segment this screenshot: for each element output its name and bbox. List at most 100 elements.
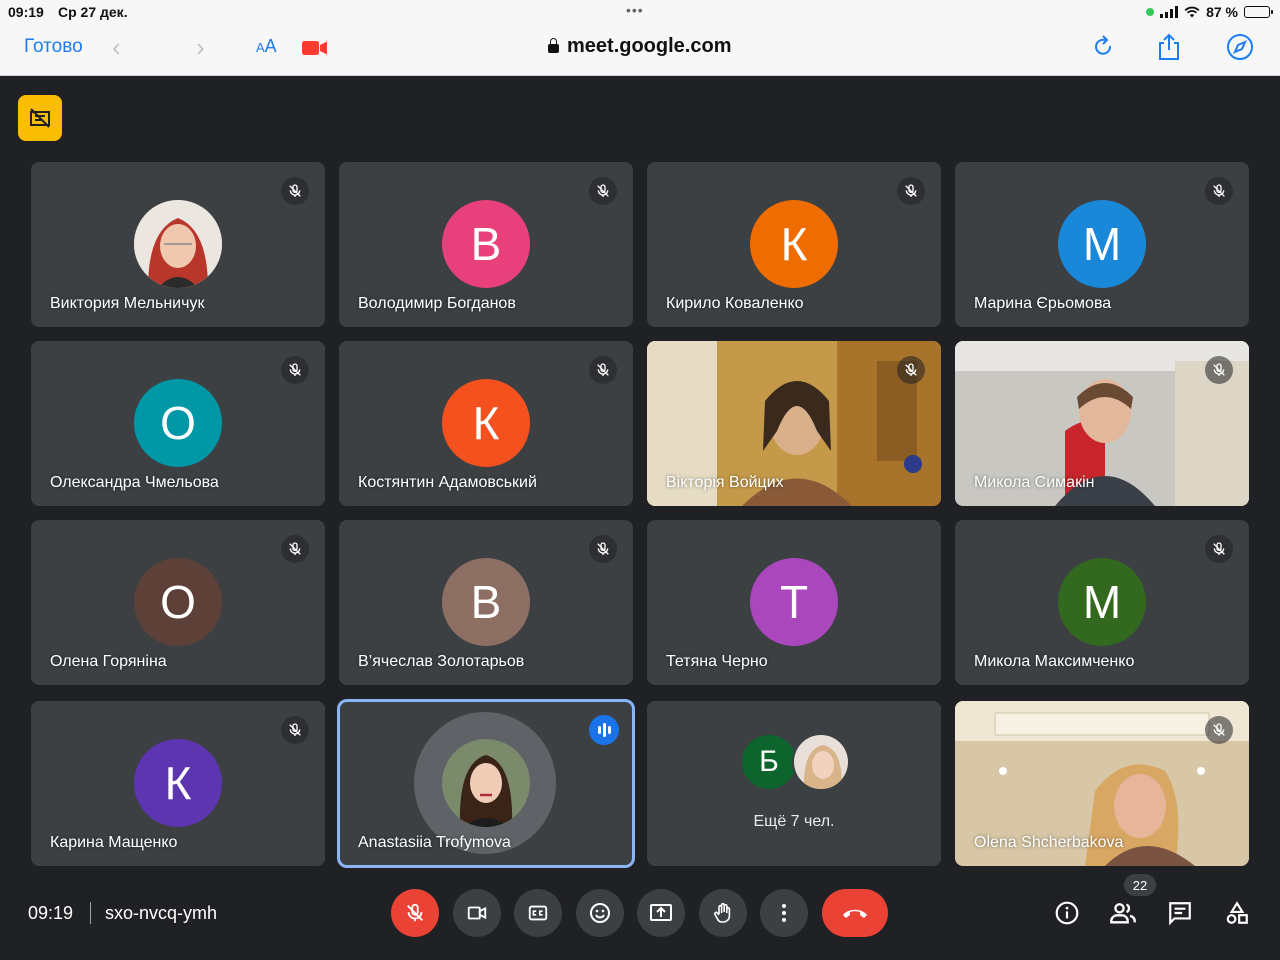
- participant-avatar-letter: К: [134, 739, 222, 827]
- participant-name: Виктория Мельничук: [50, 295, 205, 312]
- status-date: Ср 27 дек.: [58, 4, 128, 20]
- meeting-info-button[interactable]: [1052, 898, 1082, 928]
- muted-indicator: [1205, 177, 1233, 205]
- hang-up-icon: [843, 909, 867, 918]
- participant-tile[interactable]: В Володимир Богданов: [339, 162, 633, 327]
- participant-tile[interactable]: Olena Shcherbakova: [955, 701, 1249, 866]
- mic-off-icon: [597, 542, 609, 555]
- muted-indicator: [897, 177, 925, 205]
- muted-indicator: [281, 356, 309, 384]
- camera-off-icon: [30, 108, 50, 128]
- participant-avatar-letter: К: [442, 379, 530, 467]
- cellular-signal-icon: [1160, 6, 1179, 18]
- participant-name: Anastasiia Trofymova: [358, 834, 511, 851]
- participant-tile[interactable]: Виктория Мельничук: [31, 162, 325, 327]
- reload-icon[interactable]: [1088, 32, 1118, 62]
- participant-avatar-photo: [134, 200, 222, 288]
- mic-off-icon: [1213, 723, 1225, 736]
- muted-indicator: [281, 535, 309, 563]
- mic-off-icon: [1213, 184, 1225, 197]
- emoji-icon: [590, 903, 610, 923]
- mic-off-icon: [1213, 363, 1225, 376]
- captions-button[interactable]: [514, 889, 562, 937]
- more-options-button[interactable]: [760, 889, 808, 937]
- participant-tile[interactable]: М Марина Єрьомова: [955, 162, 1249, 327]
- share-icon[interactable]: [1154, 32, 1184, 62]
- mic-off-icon: [289, 723, 301, 736]
- participant-tile[interactable]: О Олександра Чмельова: [31, 341, 325, 506]
- mic-off-icon: [289, 363, 301, 376]
- participant-name: Микола Максимченко: [974, 653, 1135, 670]
- closed-captions-icon: [528, 905, 548, 921]
- participant-name: Вікторія Войцих: [666, 474, 784, 491]
- speaking-indicator-icon: [589, 715, 619, 745]
- ios-status-bar: 09:19 Ср 27 дек. ••• 87 %: [0, 0, 1280, 24]
- mic-off-icon: [289, 184, 301, 197]
- reactions-button[interactable]: [576, 889, 624, 937]
- participant-tile[interactable]: К Карина Мащенко: [31, 701, 325, 866]
- camera-in-use-dot: [1146, 8, 1155, 16]
- participant-avatar-letter: М: [1058, 558, 1146, 646]
- more-participants-label: Ещё 7 чел.: [753, 813, 835, 830]
- more-vert-icon: [782, 904, 786, 922]
- participant-name: Марина Єрьомова: [974, 295, 1112, 312]
- camera-toggle-button[interactable]: [453, 889, 501, 937]
- people-icon: [1110, 903, 1136, 924]
- mic-off-icon: [289, 542, 301, 555]
- participant-count-badge: 22: [1124, 874, 1156, 896]
- done-button[interactable]: Готово: [24, 36, 83, 58]
- participant-tile[interactable]: К Костянтин Адамовський: [339, 341, 633, 506]
- battery-percent: 87 %: [1206, 4, 1238, 20]
- chat-icon: [1169, 902, 1191, 926]
- data-saver-badge[interactable]: [18, 95, 62, 141]
- muted-indicator: [589, 535, 617, 563]
- raise-hand-button[interactable]: [699, 889, 747, 937]
- text-size-button[interactable]: AA: [256, 36, 277, 57]
- activities-button[interactable]: [1222, 898, 1252, 928]
- meeting-clock: 09:19: [28, 903, 74, 923]
- participant-avatar-letter: М: [1058, 200, 1146, 288]
- meet-stage: Виктория Мельничук В Володимир Богданов К Ки…: [0, 76, 1280, 960]
- participant-tile[interactable]: Т Тетяна Черно: [647, 520, 941, 685]
- status-time: 09:19: [8, 4, 44, 20]
- camera-recording-icon[interactable]: [302, 40, 328, 56]
- multitasking-dots[interactable]: •••: [626, 2, 644, 18]
- info-icon: [1055, 901, 1079, 925]
- back-chevron-icon[interactable]: ‹: [112, 32, 121, 63]
- shapes-icon: [1226, 901, 1248, 924]
- meeting-code: sxo-nvcq-ymh: [105, 903, 218, 923]
- participant-tile[interactable]: О Олена Горяніна: [31, 520, 325, 685]
- muted-indicator: [589, 356, 617, 384]
- participant-avatar-letter: В: [442, 558, 530, 646]
- url-text: meet.google.com: [567, 35, 732, 57]
- participant-tile[interactable]: Anastasiia Trofymova: [337, 699, 635, 868]
- people-button[interactable]: [1108, 898, 1138, 928]
- chat-button[interactable]: [1165, 898, 1195, 928]
- participant-avatar-letter: В: [442, 200, 530, 288]
- browser-chrome: 09:19 Ср 27 дек. ••• 87 % Готово ‹ › AA …: [0, 0, 1280, 76]
- participant-avatar-letter: К: [750, 200, 838, 288]
- forward-chevron-icon[interactable]: ›: [196, 32, 205, 63]
- participant-tile[interactable]: В В’ячеслав Золотарьов: [339, 520, 633, 685]
- participant-name: Олександра Чмельова: [50, 474, 219, 491]
- participant-tile[interactable]: К Кирило Коваленко: [647, 162, 941, 327]
- divider: [90, 902, 91, 924]
- mic-off-icon: [407, 903, 423, 922]
- mic-off-icon: [905, 363, 917, 376]
- present-screen-button[interactable]: [637, 889, 685, 937]
- participant-tile[interactable]: М Микола Максимченко: [955, 520, 1249, 685]
- wifi-icon: [1184, 6, 1200, 18]
- participant-name: Карина Мащенко: [50, 834, 178, 851]
- muted-indicator: [1205, 716, 1233, 744]
- more-participants-tile[interactable]: Б Ещё 7 чел.: [647, 701, 941, 866]
- participant-avatar-letter: О: [134, 379, 222, 467]
- participant-tile[interactable]: Вікторія Войцих: [647, 341, 941, 506]
- muted-indicator: [897, 356, 925, 384]
- microphone-toggle-button[interactable]: [391, 889, 439, 937]
- muted-indicator: [589, 177, 617, 205]
- address-bar[interactable]: meet.google.com: [548, 35, 731, 58]
- leave-call-button[interactable]: [822, 889, 888, 937]
- compass-icon[interactable]: [1225, 32, 1255, 62]
- mic-off-icon: [905, 184, 917, 197]
- participant-tile[interactable]: Микола Симакін: [955, 341, 1249, 506]
